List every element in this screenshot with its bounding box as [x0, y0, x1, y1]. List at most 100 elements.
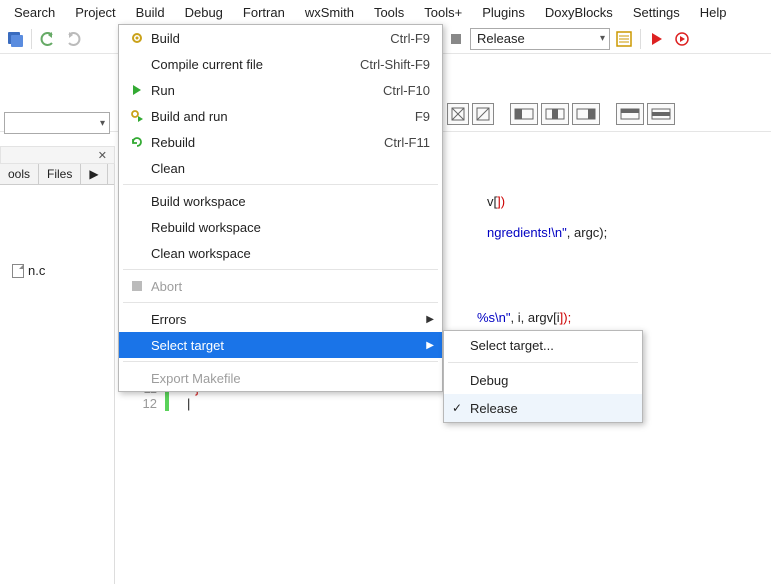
menu-fortran[interactable]: Fortran	[233, 3, 295, 22]
pane-header: ✕	[0, 146, 115, 164]
layout-btn-1[interactable]	[447, 103, 469, 125]
stop-icon	[127, 280, 147, 292]
mi-label: Clean workspace	[147, 246, 434, 261]
cycle-icon	[127, 135, 147, 149]
file-tree: n.c	[0, 185, 114, 286]
build-dropdown: Build Ctrl-F9 Compile current file Ctrl-…	[118, 24, 443, 392]
tab-files[interactable]: Files	[39, 164, 81, 184]
save-all-icon[interactable]	[4, 28, 26, 50]
gear-play-icon	[127, 109, 147, 123]
code-text: ])	[497, 194, 505, 209]
mi-build[interactable]: Build Ctrl-F9	[119, 25, 442, 51]
menu-search[interactable]: Search	[4, 3, 65, 22]
stop-icon[interactable]	[445, 28, 467, 50]
layout-btn-5[interactable]	[572, 103, 600, 125]
mi-label: Run	[147, 83, 383, 98]
mi-label: Compile current file	[147, 57, 360, 72]
build-target-value: Release	[477, 31, 525, 46]
left-combo[interactable]	[4, 112, 110, 134]
list-icon[interactable]	[613, 28, 635, 50]
submenu-arrow-icon: ▶	[420, 340, 434, 351]
mi-label: Release	[466, 401, 634, 416]
mi-shortcut: Ctrl-Shift-F9	[360, 57, 434, 72]
menu-settings[interactable]: Settings	[623, 3, 690, 22]
menu-wxsmith[interactable]: wxSmith	[295, 3, 364, 22]
submenu-debug[interactable]: Debug	[444, 366, 642, 394]
menu-build[interactable]: Build	[126, 3, 175, 22]
menu-divider	[123, 184, 438, 185]
menu-help[interactable]: Help	[690, 3, 737, 22]
mi-label: Export Makefile	[147, 371, 434, 386]
menu-debug[interactable]: Debug	[175, 3, 233, 22]
menu-doxyblocks[interactable]: DoxyBlocks	[535, 3, 623, 22]
submenu-release[interactable]: ✓ Release	[444, 394, 642, 422]
menu-tools[interactable]: Tools	[364, 3, 414, 22]
mi-compile-file[interactable]: Compile current file Ctrl-Shift-F9	[119, 51, 442, 77]
code-string: %s\n"	[477, 310, 511, 325]
separator	[640, 29, 641, 49]
mi-run[interactable]: Run Ctrl-F10	[119, 77, 442, 103]
layout-btn-7[interactable]	[647, 103, 675, 125]
mi-label: Select target...	[466, 338, 634, 353]
layout-btn-4[interactable]	[541, 103, 569, 125]
pane-close-icon[interactable]: ✕	[95, 149, 110, 162]
mi-label: Errors	[147, 312, 420, 327]
build-target-combo[interactable]: Release	[470, 28, 610, 50]
mi-shortcut: F9	[415, 109, 434, 124]
tree-file-label: n.c	[28, 263, 45, 278]
layout-btn-6[interactable]	[616, 103, 644, 125]
submenu-select-target[interactable]: Select target...	[444, 331, 642, 359]
mi-shortcut: Ctrl-F9	[390, 31, 434, 46]
mi-clean[interactable]: Clean	[119, 155, 442, 181]
menu-bar: Search Project Build Debug Fortran wxSmi…	[0, 0, 771, 24]
mi-rebuild-workspace[interactable]: Rebuild workspace	[119, 214, 442, 240]
mi-export-makefile: Export Makefile	[119, 365, 442, 391]
menu-plugins[interactable]: Plugins	[472, 3, 535, 22]
redo-icon[interactable]	[62, 28, 84, 50]
mi-clean-workspace[interactable]: Clean workspace	[119, 240, 442, 266]
code-text: ]);	[560, 310, 572, 325]
code-string: ngredients!\n"	[487, 225, 567, 240]
check-icon: ✓	[452, 401, 466, 415]
mi-shortcut: Ctrl-F10	[383, 83, 434, 98]
mi-build-workspace[interactable]: Build workspace	[119, 188, 442, 214]
mi-build-run[interactable]: Build and run F9	[119, 103, 442, 129]
separator	[31, 29, 32, 49]
next-icon[interactable]	[671, 28, 693, 50]
tab-more[interactable]: ▶	[81, 164, 107, 184]
menu-divider	[123, 361, 438, 362]
mi-label: Debug	[466, 373, 634, 388]
mi-shortcut: Ctrl-F11	[384, 135, 434, 150]
tree-file-item[interactable]: n.c	[4, 261, 110, 280]
select-target-submenu: Select target... Debug ✓ Release	[443, 330, 643, 423]
undo-icon[interactable]	[37, 28, 59, 50]
run-icon[interactable]	[646, 28, 668, 50]
code-text: , i, argv[	[511, 310, 557, 325]
gear-icon	[127, 31, 147, 45]
mi-errors[interactable]: Errors ▶	[119, 306, 442, 332]
menu-project[interactable]: Project	[65, 3, 125, 22]
tab-tools[interactable]: ools	[0, 164, 39, 184]
file-icon	[12, 264, 24, 278]
sidebar-tabs: ools Files ▶	[0, 164, 114, 185]
menu-divider	[123, 302, 438, 303]
code-text: , argc);	[567, 225, 607, 240]
mi-label: Rebuild workspace	[147, 220, 434, 235]
mi-abort: Abort	[119, 273, 442, 299]
mi-label: Build workspace	[147, 194, 434, 209]
mi-label: Abort	[147, 279, 434, 294]
mi-label: Rebuild	[147, 135, 384, 150]
mi-select-target[interactable]: Select target ▶	[119, 332, 442, 358]
project-sidebar: ools Files ▶ n.c	[0, 164, 115, 584]
mi-label: Select target	[147, 338, 420, 353]
code-text: v[	[487, 194, 497, 209]
layout-btn-2[interactable]	[472, 103, 494, 125]
menu-divider	[123, 269, 438, 270]
menu-divider	[448, 362, 638, 363]
layout-btn-3[interactable]	[510, 103, 538, 125]
menu-toolsplus[interactable]: Tools+	[414, 3, 472, 22]
mi-label: Build	[147, 31, 390, 46]
mi-rebuild[interactable]: Rebuild Ctrl-F11	[119, 129, 442, 155]
line-number: 12	[115, 396, 165, 411]
play-icon	[127, 84, 147, 96]
